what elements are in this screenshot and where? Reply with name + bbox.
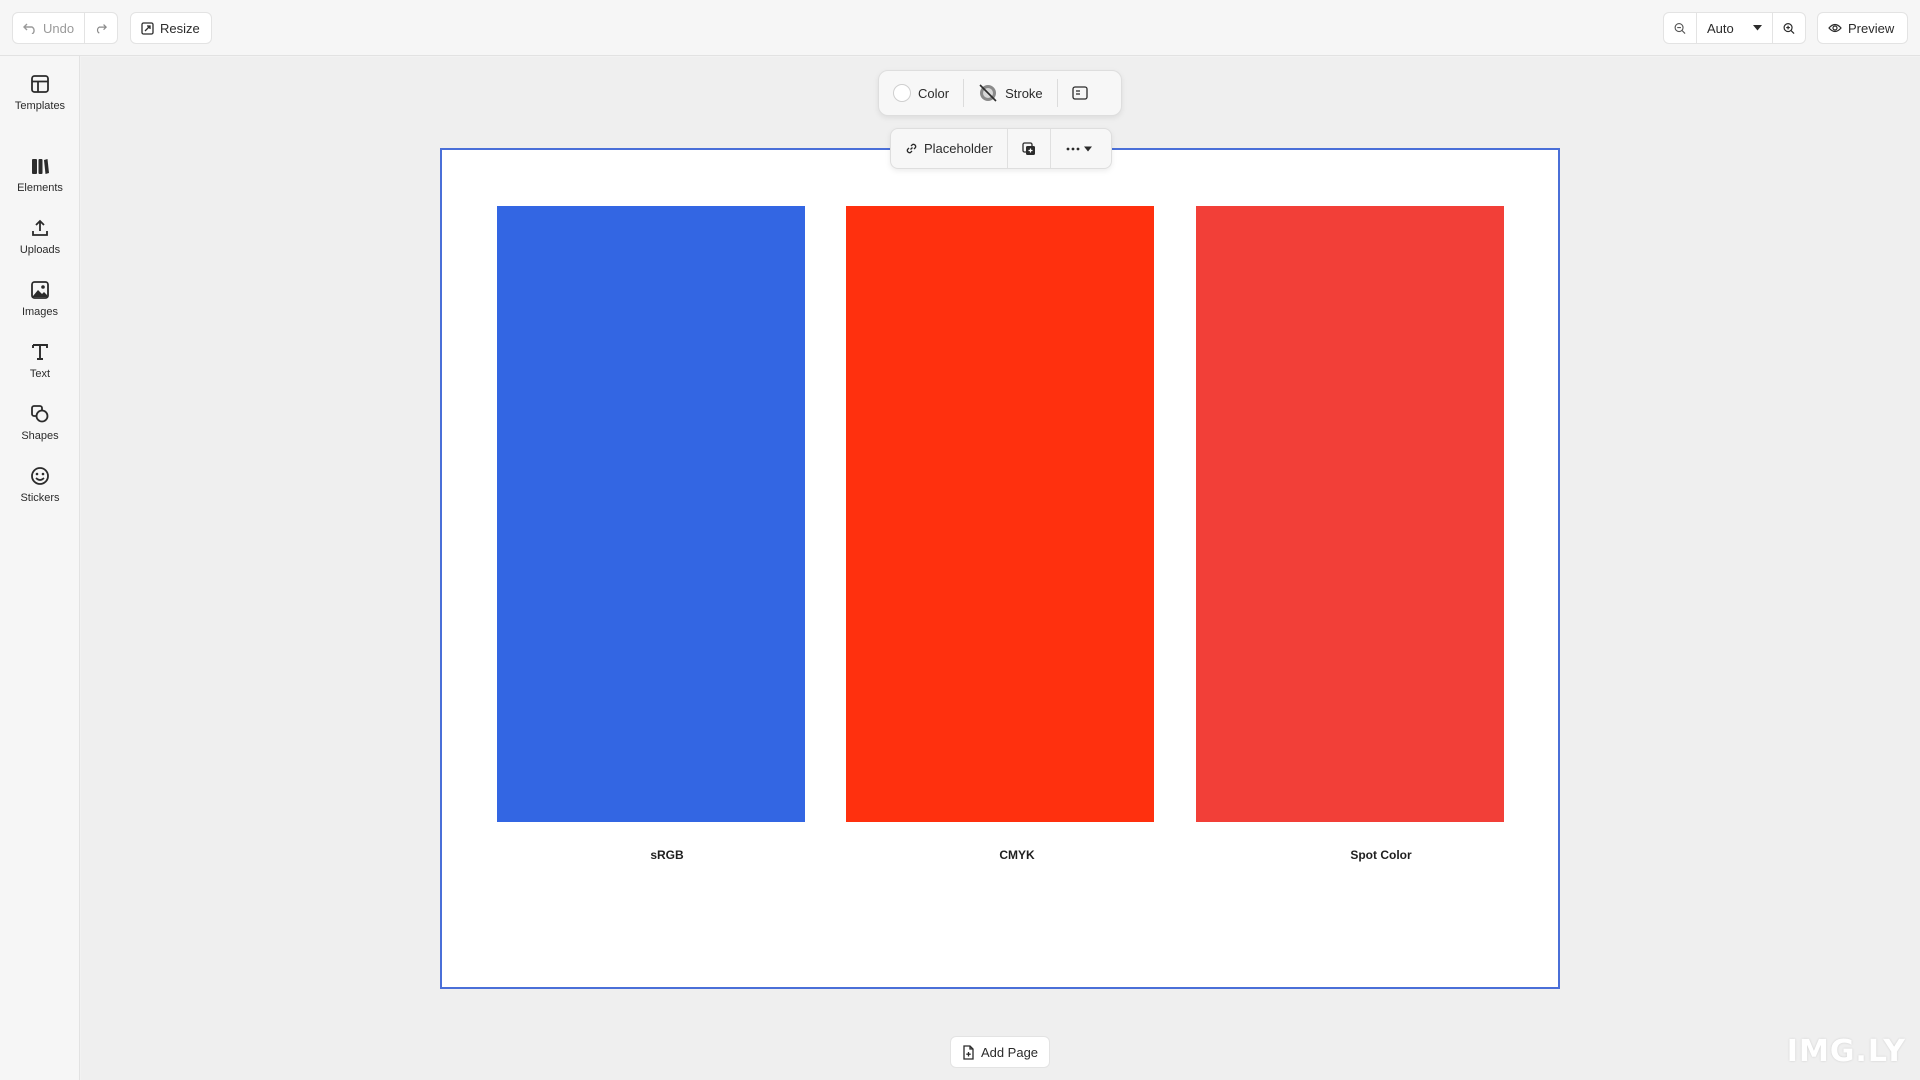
history-group: Undo: [12, 12, 118, 44]
resize-icon: [141, 21, 154, 35]
elements-icon: [32, 159, 49, 174]
left-dock: Templates Elements Uploads Images Text S…: [0, 56, 80, 1080]
resize-button[interactable]: Resize: [131, 13, 210, 43]
zoom-select[interactable]: Auto: [1696, 13, 1772, 43]
shapes-icon: [31, 405, 49, 423]
dock-item-label: Elements: [17, 182, 63, 194]
color-label: Color: [918, 85, 950, 101]
add-page-button[interactable]: Add Page: [950, 1036, 1050, 1068]
panel-icon: [1072, 86, 1088, 100]
dock-item-shapes[interactable]: Shapes: [0, 404, 80, 460]
preview-button[interactable]: Preview: [1818, 13, 1904, 43]
undo-button[interactable]: Undo: [13, 13, 84, 43]
color-swatch-spot[interactable]: [1196, 206, 1504, 822]
zoom-out-icon: [1674, 22, 1686, 34]
undo-icon: [23, 23, 35, 34]
preview-label: Preview: [1848, 20, 1895, 36]
stroke-disabled-icon: [979, 84, 997, 102]
selection-context-bar: Placeholder: [890, 128, 1112, 169]
dock-item-stickers[interactable]: Stickers: [0, 466, 80, 522]
dock-item-label: Images: [21, 306, 59, 318]
placeholder-label: Placeholder: [924, 141, 993, 156]
duplicate-icon: [1022, 141, 1035, 155]
zoom-in-button[interactable]: [1772, 13, 1805, 43]
design-page[interactable]: sRGB CMYK Spot Color: [440, 148, 1560, 989]
dock-item-elements[interactable]: Elements: [0, 156, 80, 212]
redo-button[interactable]: [84, 13, 117, 43]
imgly-logo: IMG.LY: [1786, 1034, 1906, 1069]
dock-item-text[interactable]: Text: [0, 342, 80, 398]
resize-label: Resize: [160, 20, 200, 36]
templates-icon: [31, 75, 49, 93]
stroke-button[interactable]: Stroke: [964, 79, 1057, 107]
dock-item-label: Templates: [14, 100, 66, 112]
stroke-label: Stroke: [1005, 85, 1043, 101]
dock-item-uploads[interactable]: Uploads: [0, 218, 80, 274]
add-page-icon: [963, 1044, 974, 1060]
preview-group: Preview: [1817, 12, 1908, 44]
link-icon: [906, 143, 917, 154]
more-dots-icon: [1066, 146, 1092, 151]
zoom-out-button[interactable]: [1664, 13, 1696, 43]
swatch-label-cmyk[interactable]: CMYK: [917, 848, 1117, 862]
color-swatch-srgb[interactable]: [497, 206, 805, 822]
resize-group: Resize: [130, 12, 212, 44]
undo-label: Undo: [43, 20, 75, 36]
text-icon: [32, 344, 48, 360]
dock-item-images[interactable]: Images: [0, 280, 80, 336]
dock-item-label: Stickers: [20, 492, 60, 504]
dock-item-label: Uploads: [19, 244, 61, 256]
eye-icon: [1828, 23, 1842, 33]
sticker-icon: [31, 467, 49, 485]
layout-button[interactable]: [1058, 79, 1102, 107]
inspector-bar: Color Stroke: [878, 70, 1122, 116]
color-swatch-cmyk[interactable]: [846, 206, 1154, 822]
top-toolbar: Undo Resize Auto Preview: [0, 0, 1920, 56]
image-icon: [31, 281, 49, 299]
chevron-down-icon: [1753, 25, 1762, 31]
swatch-label-srgb[interactable]: sRGB: [567, 848, 767, 862]
dock-item-label: Text: [29, 368, 51, 380]
duplicate-button[interactable]: [1006, 129, 1050, 168]
add-page-label: Add Page: [980, 1044, 1039, 1060]
zoom-group: Auto: [1663, 12, 1806, 44]
redo-icon: [97, 24, 108, 34]
swatch-label-spot[interactable]: Spot Color: [1281, 848, 1481, 862]
zoom-in-icon: [1783, 22, 1795, 34]
dock-item-templates[interactable]: Templates: [0, 74, 80, 130]
color-button[interactable]: Color: [879, 79, 963, 107]
color-dot-icon: [893, 84, 911, 102]
more-options-button[interactable]: [1049, 129, 1109, 168]
placeholder-button[interactable]: Placeholder: [891, 129, 1007, 168]
dock-item-label: Shapes: [21, 430, 59, 442]
upload-icon: [32, 219, 48, 236]
zoom-value: Auto: [1707, 20, 1734, 36]
